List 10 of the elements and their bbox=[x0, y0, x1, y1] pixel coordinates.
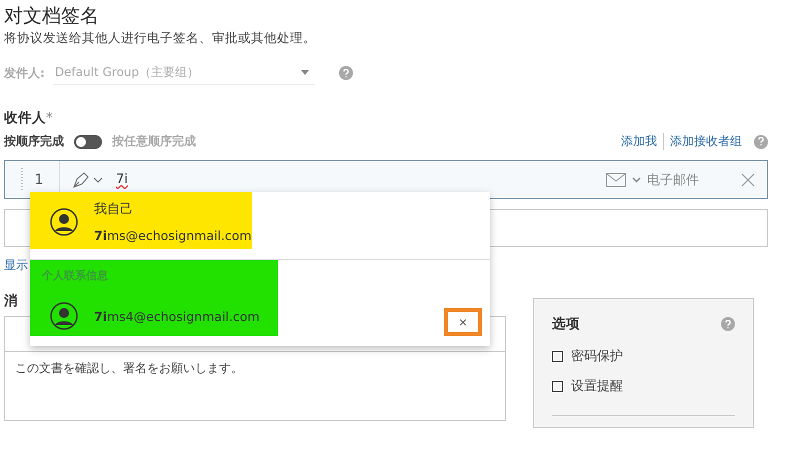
page-subtitle: 将协议发送给其他人进行电子签名、审批或其他处理。 bbox=[4, 30, 317, 47]
message-heading: 消 bbox=[4, 292, 19, 310]
any-order-label: 按任意顺序完成 bbox=[112, 133, 196, 150]
recipients-heading: 收件人* bbox=[4, 109, 54, 127]
page-title: 对文档签名 bbox=[4, 4, 100, 28]
recipient-number: 1 bbox=[34, 172, 44, 188]
options-heading: 选项 bbox=[552, 315, 580, 333]
section-label: 个人联系信息 bbox=[40, 268, 109, 284]
order-label: 按顺序完成 bbox=[4, 133, 64, 150]
sender-label: 发件人: bbox=[4, 64, 45, 82]
